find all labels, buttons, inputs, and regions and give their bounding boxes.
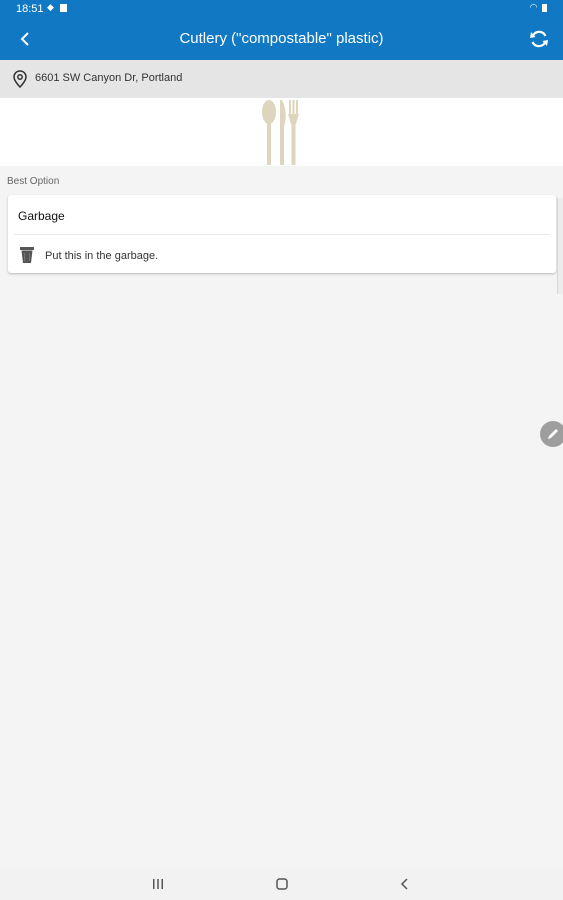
notification-icon: ◆: [47, 2, 54, 12]
card-description: Put this in the garbage.: [45, 250, 159, 262]
battery-icon: [542, 3, 547, 12]
garbage-bin-icon: [20, 247, 34, 263]
location-pin-icon: [13, 70, 27, 89]
wifi-icon: ◠: [529, 2, 538, 12]
cutlery-image: [262, 100, 299, 165]
status-time: 18:51: [16, 3, 44, 15]
card-title: Garbage: [18, 209, 65, 223]
status-bar: 18:51 ◆ ◠: [0, 0, 563, 18]
refresh-icon[interactable]: [527, 27, 551, 51]
image-icon: [60, 3, 68, 12]
recent-apps-icon[interactable]: [150, 876, 166, 892]
edit-pencil-icon: [548, 429, 558, 439]
edit-button[interactable]: [540, 421, 563, 447]
page-title: Cutlery ("compostable" plastic): [179, 30, 384, 47]
system-nav-bar: [0, 868, 563, 900]
item-image-area: [0, 98, 563, 166]
home-icon[interactable]: [274, 876, 290, 892]
chevron-left-icon[interactable]: [14, 28, 36, 50]
status-right-icons: ◠: [530, 2, 547, 13]
section-label: Best Option: [7, 176, 60, 187]
location-bar[interactable]: 6601 SW Canyon Dr, Portland: [0, 60, 563, 98]
back-icon[interactable]: [397, 876, 413, 892]
status-left-icons: ◆: [47, 2, 68, 13]
location-address: 6601 SW Canyon Dr, Portland: [35, 72, 183, 84]
scrollbar[interactable]: [557, 198, 563, 294]
disposal-option-card[interactable]: Garbage Put this in the garbage.: [8, 195, 556, 273]
app-bar: Cutlery ("compostable" plastic): [0, 18, 563, 60]
card-divider: [14, 234, 550, 235]
